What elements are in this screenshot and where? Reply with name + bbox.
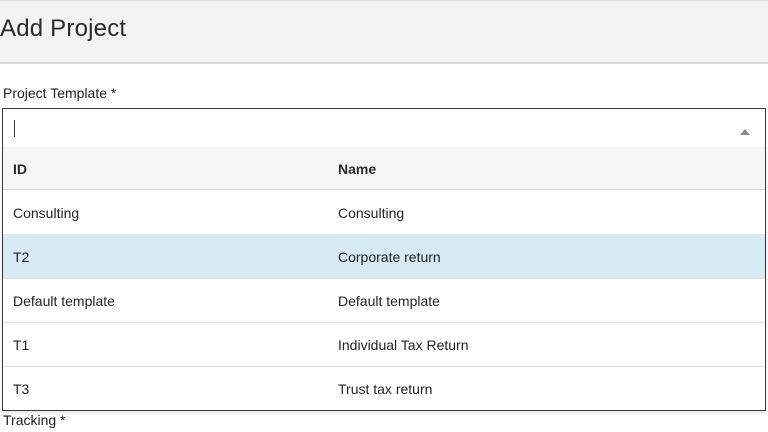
project-template-label: Project Template * bbox=[3, 85, 117, 101]
option-name: Trust tax return bbox=[338, 381, 433, 397]
option-id: Default template bbox=[13, 293, 115, 309]
dialog-title: Add Project bbox=[0, 15, 127, 42]
column-header-id: ID bbox=[13, 161, 27, 177]
tracking-label: Tracking * bbox=[3, 412, 66, 428]
dropdown-option[interactable]: T3 Trust tax return bbox=[3, 367, 765, 411]
triangle-up-icon[interactable] bbox=[739, 124, 751, 135]
project-template-dropdown: ID Name Consulting Consulting T2 Corpora… bbox=[2, 147, 766, 411]
option-name: Consulting bbox=[338, 205, 405, 221]
option-id: Consulting bbox=[13, 205, 80, 221]
dropdown-option[interactable]: Consulting Consulting bbox=[3, 191, 765, 235]
dropdown-option[interactable]: Default template Default template bbox=[3, 279, 765, 323]
option-name: Individual Tax Return bbox=[338, 337, 469, 353]
option-name: Corporate return bbox=[338, 249, 441, 265]
dropdown-option[interactable]: T1 Individual Tax Return bbox=[3, 323, 765, 367]
option-id: T2 bbox=[13, 249, 30, 265]
column-header-name: Name bbox=[338, 161, 377, 177]
project-template-input[interactable] bbox=[11, 115, 711, 141]
dropdown-header-row: ID Name bbox=[3, 147, 765, 190]
text-cursor bbox=[14, 120, 15, 137]
dialog-header: Add Project bbox=[0, 0, 768, 64]
option-name: Default template bbox=[338, 293, 440, 309]
project-template-combobox[interactable] bbox=[2, 108, 766, 148]
option-id: T1 bbox=[13, 337, 30, 353]
dropdown-option-selected[interactable]: T2 Corporate return bbox=[3, 235, 765, 279]
option-id: T3 bbox=[13, 381, 30, 397]
